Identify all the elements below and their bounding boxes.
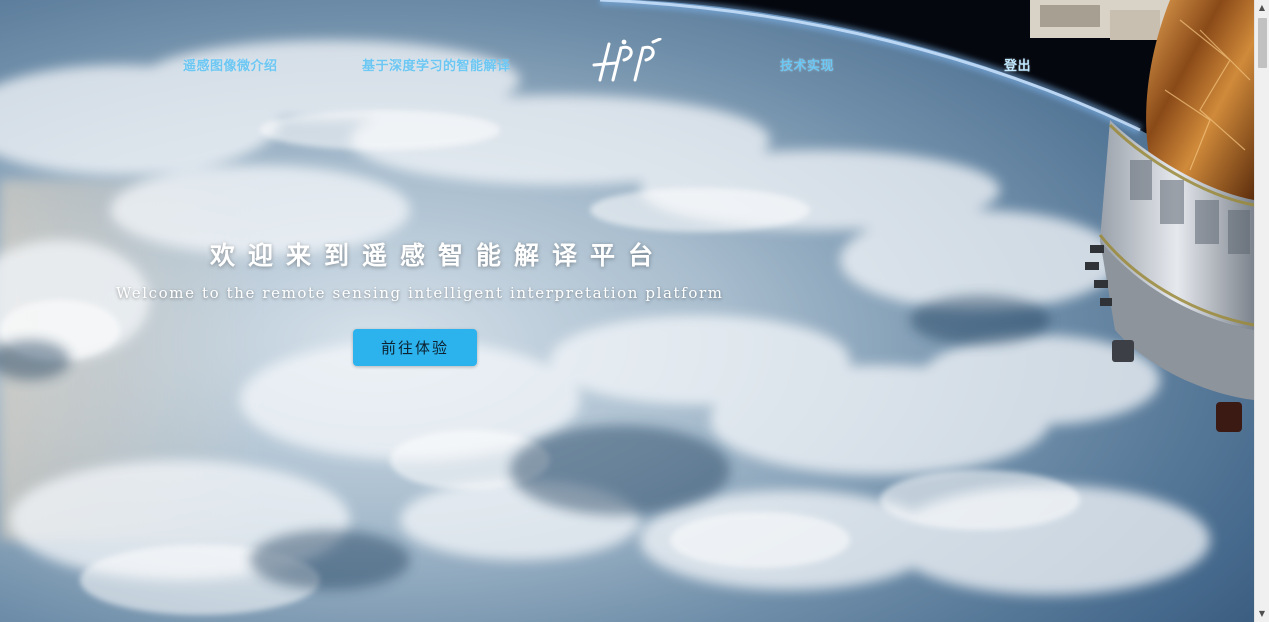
nav-item-tech-implementation[interactable]: 技术实现	[780, 55, 834, 74]
rsip-logo-icon[interactable]	[588, 38, 666, 84]
earth-background-image	[0, 0, 1254, 622]
nav-item-rs-image-intro[interactable]: 遥感图像微介绍	[183, 55, 278, 74]
start-experience-button[interactable]: 前往体验	[353, 329, 477, 366]
hero-subtitle: Welcome to the remote sensing intelligen…	[116, 284, 724, 302]
hero-title: 欢迎来到遥感智能解译平台	[210, 241, 667, 270]
scroll-up-arrow-icon[interactable]: ▲	[1255, 1, 1269, 15]
page-scrollbar[interactable]: ▲ ▼	[1254, 0, 1269, 622]
browser-viewport: 遥感图像微介绍 基于深度学习的智能解译 技术实现 登出 欢迎来到遥感智能解译平台…	[0, 0, 1269, 622]
nav-item-logout[interactable]: 登出	[1004, 55, 1031, 74]
scrollbar-thumb[interactable]	[1258, 18, 1267, 68]
hero-section	[0, 0, 1254, 622]
nav-item-deep-learning-interpretation[interactable]: 基于深度学习的智能解译	[362, 55, 511, 74]
scroll-down-arrow-icon[interactable]: ▼	[1255, 607, 1269, 621]
